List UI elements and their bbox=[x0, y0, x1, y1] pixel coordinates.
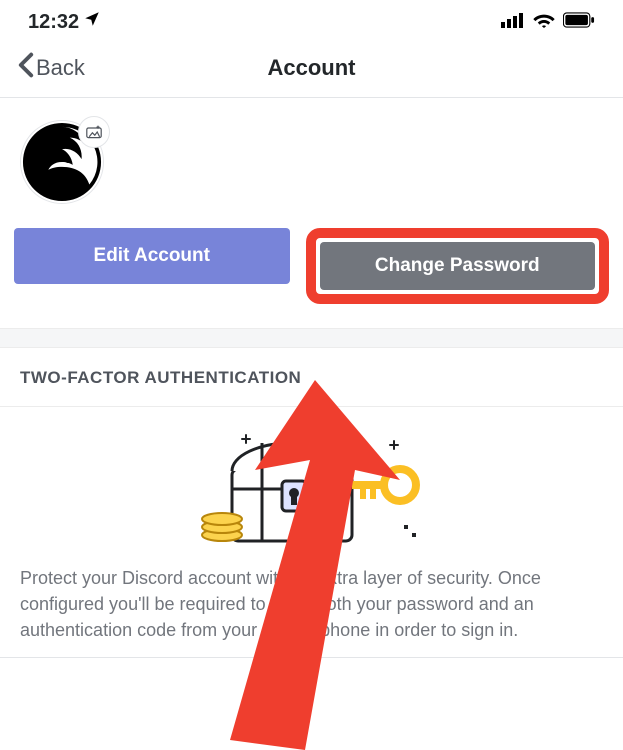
wifi-icon bbox=[533, 11, 555, 34]
twofa-section-header: TWO-FACTOR AUTHENTICATION bbox=[0, 348, 623, 407]
battery-icon bbox=[563, 11, 595, 34]
page-title: Account bbox=[268, 55, 356, 81]
location-icon bbox=[83, 10, 101, 34]
status-bar: 12:32 bbox=[0, 0, 623, 40]
account-buttons-row: Edit Account Change Password bbox=[0, 214, 623, 328]
signal-icon bbox=[501, 11, 525, 34]
nav-header: Back Account bbox=[0, 40, 623, 97]
twofa-description: Protect your Discord account with an ext… bbox=[0, 557, 623, 657]
change-password-label: Change Password bbox=[375, 255, 540, 277]
profile-section bbox=[0, 98, 623, 214]
chevron-left-icon bbox=[18, 52, 34, 83]
status-time: 12:32 bbox=[28, 11, 79, 34]
avatar-wrap bbox=[20, 120, 104, 204]
section-gap bbox=[0, 328, 623, 348]
edit-account-label: Edit Account bbox=[94, 245, 210, 267]
twofa-illustration bbox=[0, 407, 623, 557]
highlight-box: Change Password bbox=[306, 228, 610, 304]
back-label: Back bbox=[36, 55, 85, 81]
divider bbox=[0, 657, 623, 658]
back-button[interactable]: Back bbox=[18, 52, 85, 83]
change-password-button[interactable]: Change Password bbox=[320, 242, 596, 290]
edit-image-icon[interactable] bbox=[78, 116, 110, 148]
edit-account-button[interactable]: Edit Account bbox=[14, 228, 290, 284]
